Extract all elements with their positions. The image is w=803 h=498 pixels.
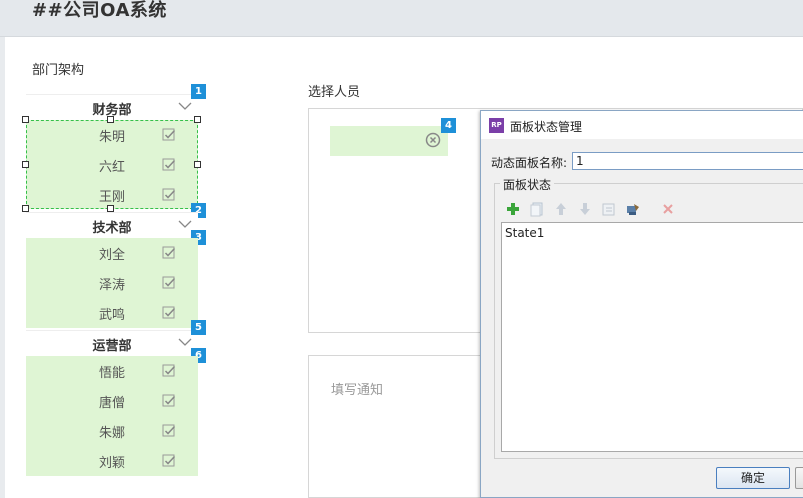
member-row[interactable]: 武鸣 — [26, 298, 198, 328]
notice-placeholder: 填写通知 — [331, 383, 384, 398]
checkbox-checked-icon[interactable] — [162, 188, 176, 202]
dept-label: 技术部 — [92, 221, 132, 236]
state-list[interactable] — [501, 222, 803, 452]
checkbox-checked-icon[interactable] — [162, 424, 176, 438]
dept-members-finance: 朱明 六红 王刚 — [26, 120, 198, 209]
checkbox-checked-icon[interactable] — [162, 394, 176, 408]
remove-circle-icon[interactable] — [425, 132, 441, 148]
left-gutter — [0, 37, 5, 498]
picker-title: 选择人员 — [308, 85, 361, 100]
resize-handle[interactable] — [194, 161, 201, 168]
department-title: 部门架构 — [32, 63, 85, 78]
dept-label: 运营部 — [92, 339, 132, 354]
state-group-label: 面板状态 — [500, 176, 555, 193]
annotation-badge: 5 — [191, 320, 206, 335]
chevron-down-icon[interactable] — [178, 217, 192, 231]
member-row[interactable]: 唐僧 — [26, 386, 198, 416]
dialog-title: 面板状态管理 — [510, 120, 583, 134]
checkbox-checked-icon[interactable] — [162, 454, 176, 468]
checkbox-checked-icon[interactable] — [162, 276, 176, 290]
chevron-down-icon[interactable] — [178, 99, 192, 113]
axure-logo-icon: RP — [489, 118, 504, 133]
member-name: 唐僧 — [98, 396, 125, 411]
edit-state-icon[interactable] — [601, 201, 617, 217]
member-name: 王刚 — [98, 190, 125, 205]
checkbox-checked-icon[interactable] — [162, 306, 176, 320]
member-row[interactable]: 六红 — [26, 150, 198, 180]
edit-all-states-icon[interactable] — [625, 201, 641, 217]
chevron-down-icon[interactable] — [178, 335, 192, 349]
member-row[interactable]: 刘全 — [26, 238, 198, 268]
annotation-badge: 4 — [441, 118, 456, 133]
checkbox-checked-icon[interactable] — [162, 364, 176, 378]
dept-header-operations[interactable]: 运营部 — [26, 330, 198, 355]
dept-members-operations: 悟能 唐僧 朱娜 刘颖 — [26, 356, 198, 476]
resize-handle[interactable] — [194, 116, 201, 123]
member-name: 悟能 — [98, 366, 125, 381]
state-list-item[interactable]: State1 — [505, 226, 544, 240]
delete-icon[interactable] — [660, 201, 676, 217]
cancel-button[interactable] — [795, 467, 803, 489]
resize-handle[interactable] — [22, 161, 29, 168]
panel-name-input[interactable]: 1 — [572, 152, 803, 170]
move-up-icon[interactable] — [553, 201, 569, 217]
member-name: 朱娜 — [98, 426, 125, 441]
member-name: 刘全 — [98, 248, 125, 263]
app-title: ##公司OA系统 — [32, 0, 167, 21]
member-name: 武鸣 — [98, 308, 125, 323]
panel-name-label: 动态面板名称: — [491, 156, 568, 170]
panel-state-dialog: RP 面板状态管理 动态面板名称: 1 面板状态 State1 确定 — [480, 110, 803, 498]
duplicate-icon[interactable] — [529, 201, 545, 217]
move-down-icon[interactable] — [577, 201, 593, 217]
member-name: 朱明 — [98, 130, 125, 145]
member-row[interactable]: 朱明 — [26, 120, 198, 150]
checkbox-checked-icon[interactable] — [162, 158, 176, 172]
annotation-badge: 1 — [191, 84, 206, 99]
dept-members-tech: 刘全 泽涛 武鸣 — [26, 238, 198, 328]
member-row[interactable]: 泽涛 — [26, 268, 198, 298]
dept-header-tech[interactable]: 技术部 — [26, 212, 198, 237]
member-row[interactable]: 朱娜 — [26, 416, 198, 446]
resize-handle[interactable] — [22, 116, 29, 123]
member-name: 刘颖 — [98, 456, 125, 471]
dialog-titlebar[interactable]: RP 面板状态管理 — [481, 111, 803, 139]
resize-handle[interactable] — [107, 205, 114, 212]
resize-handle[interactable] — [107, 116, 114, 123]
ok-button[interactable]: 确定 — [716, 467, 790, 489]
checkbox-checked-icon[interactable] — [162, 246, 176, 260]
add-icon[interactable] — [505, 201, 521, 217]
resize-handle[interactable] — [22, 205, 29, 212]
member-name: 泽涛 — [98, 278, 125, 293]
member-row[interactable]: 刘颖 — [26, 446, 198, 476]
app-header: ##公司OA系统 — [0, 0, 803, 37]
member-name: 六红 — [98, 160, 125, 175]
member-row[interactable]: 悟能 — [26, 356, 198, 386]
checkbox-checked-icon[interactable] — [162, 128, 176, 142]
